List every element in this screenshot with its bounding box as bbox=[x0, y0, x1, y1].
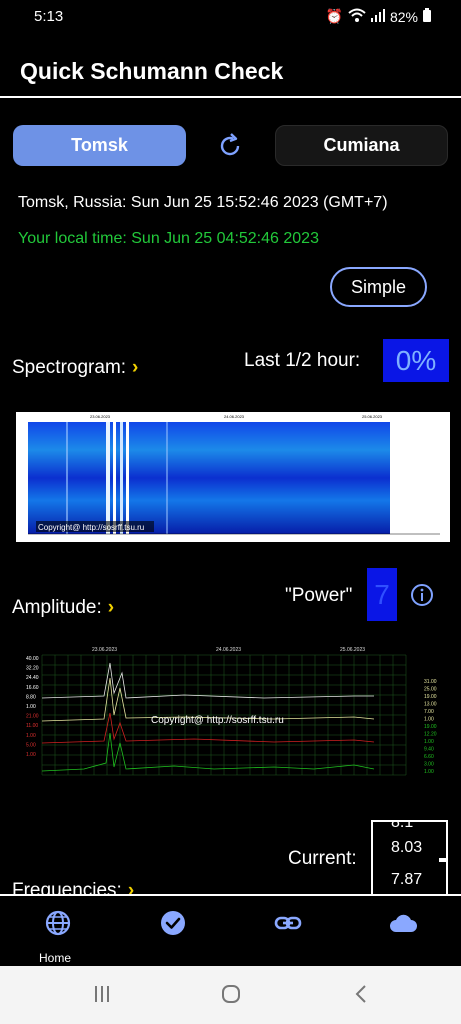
last-half-hour-label: Last 1/2 hour: bbox=[244, 350, 361, 371]
current-label: Current: bbox=[288, 848, 357, 869]
amplitude-right-tick: 31.00 bbox=[424, 679, 437, 685]
battery-icon bbox=[423, 8, 431, 25]
amplitude-date-3: 25.06.2023 bbox=[340, 647, 365, 653]
amplitude-left-tick: 16.60 bbox=[26, 685, 39, 691]
status-icons: ⏰ 82% bbox=[326, 8, 431, 25]
station-tomsk-button[interactable]: Tomsk bbox=[13, 125, 186, 166]
link-icon[interactable] bbox=[273, 908, 303, 938]
current-value-2: 7.87 bbox=[391, 871, 423, 888]
amplitude-right-tick: 25.00 bbox=[424, 687, 437, 693]
refresh-icon[interactable] bbox=[216, 132, 244, 160]
current-value-1: 8.03 bbox=[391, 839, 423, 856]
system-navigation-bar bbox=[0, 966, 461, 1024]
amplitude-header[interactable]: Amplitude: › bbox=[12, 597, 114, 619]
amplitude-left-tick: 8.80 bbox=[26, 694, 36, 700]
status-bar: 5:13 ⏰ 82% bbox=[0, 0, 461, 34]
amplitude-right-tick: 19.00 bbox=[424, 694, 437, 700]
station-cumiana-button[interactable]: Cumiana bbox=[275, 125, 448, 166]
amplitude-left-tick: 21.00 bbox=[26, 714, 39, 720]
amplitude-right-tick: 7.00 bbox=[424, 709, 434, 715]
amplitude-right-tick: 3.00 bbox=[424, 762, 434, 768]
current-value-partial: 8.1 bbox=[391, 820, 414, 831]
amplitude-right-tick: 9.40 bbox=[424, 747, 434, 753]
amplitude-left-tick: 32.20 bbox=[26, 666, 39, 672]
info-icon[interactable] bbox=[410, 583, 434, 607]
amplitude-left-tick: 24.40 bbox=[26, 675, 39, 681]
nav-home-label[interactable]: Home bbox=[39, 951, 71, 965]
check-circle-icon[interactable] bbox=[158, 908, 188, 938]
spectrogram-image[interactable]: 23.06.2023 24.06.2023 25.06.2023 Copyrig… bbox=[16, 412, 450, 542]
amplitude-chart[interactable]: 23.06.2023 24.06.2023 25.06.2023 40.00 32… bbox=[14, 643, 448, 778]
amplitude-right-tick: 1.00 bbox=[424, 739, 434, 745]
spectrogram-date-3: 25.06.2023 bbox=[362, 414, 383, 419]
spectrogram-copyright: Copyright@ http://sosrff.tsu.ru bbox=[38, 523, 144, 532]
current-indicator-tick bbox=[439, 858, 446, 862]
amplitude-left-tick: 1.00 bbox=[26, 752, 36, 758]
amplitude-left-tick: 1.00 bbox=[26, 704, 36, 710]
globe-icon[interactable] bbox=[43, 908, 73, 938]
signal-icon bbox=[370, 8, 385, 25]
power-value: 7 bbox=[367, 568, 397, 621]
amplitude-label: Amplitude: bbox=[12, 597, 102, 618]
station-time-text: Tomsk, Russia: Sun Jun 25 15:52:46 2023 … bbox=[18, 194, 388, 211]
amplitude-left-tick: 40.00 bbox=[26, 656, 39, 662]
current-values-scroller[interactable]: 8.1 8.03 7.87 bbox=[371, 820, 448, 898]
amplitude-date-2: 24.06.2023 bbox=[216, 647, 241, 653]
bottom-navigation: Home bbox=[0, 894, 461, 966]
app-title: Quick Schumann Check bbox=[20, 58, 284, 84]
wifi-icon bbox=[348, 8, 366, 25]
power-label: "Power" bbox=[285, 585, 353, 606]
chevron-right-icon: › bbox=[132, 357, 139, 378]
amplitude-right-tick: 6.60 bbox=[424, 754, 434, 760]
battery-text: 82% bbox=[389, 8, 418, 25]
home-button-icon[interactable] bbox=[221, 984, 241, 1004]
back-icon[interactable] bbox=[352, 984, 372, 1004]
amplitude-left-tick: 5.00 bbox=[26, 742, 36, 748]
amplitude-date-1: 23.06.2023 bbox=[92, 647, 117, 653]
amplitude-left-tick: 11.00 bbox=[26, 723, 38, 729]
last-half-hour-value: 0% bbox=[383, 339, 449, 382]
amplitude-copyright: Copyright@ http://sosrff.tsu.ru bbox=[151, 715, 284, 726]
amplitude-right-tick: 13.00 bbox=[424, 702, 437, 708]
spectrogram-header[interactable]: Spectrogram: › bbox=[12, 357, 138, 379]
spectrogram-date-1: 23.06.2023 bbox=[90, 414, 111, 419]
local-time-text: Your local time: Sun Jun 25 04:52:46 202… bbox=[18, 230, 319, 247]
chevron-right-icon: › bbox=[107, 597, 115, 618]
alarm-icon: ⏰ bbox=[325, 8, 343, 24]
amplitude-right-tick: 19.00 bbox=[424, 724, 437, 730]
spectrogram-date-2: 24.06.2023 bbox=[224, 414, 245, 419]
recent-apps-icon[interactable] bbox=[92, 984, 112, 1004]
amplitude-left-tick: 1.00 bbox=[26, 733, 36, 739]
amplitude-right-tick: 12.20 bbox=[424, 732, 437, 738]
simple-mode-button[interactable]: Simple bbox=[330, 267, 427, 307]
cloud-icon[interactable] bbox=[388, 908, 418, 938]
app-bar: Quick Schumann Check bbox=[0, 34, 461, 98]
amplitude-right-tick: 1.00 bbox=[424, 717, 434, 723]
status-time: 5:13 bbox=[34, 8, 64, 25]
spectrogram-label: Spectrogram: bbox=[12, 357, 127, 378]
amplitude-right-tick: 1.00 bbox=[424, 769, 434, 775]
